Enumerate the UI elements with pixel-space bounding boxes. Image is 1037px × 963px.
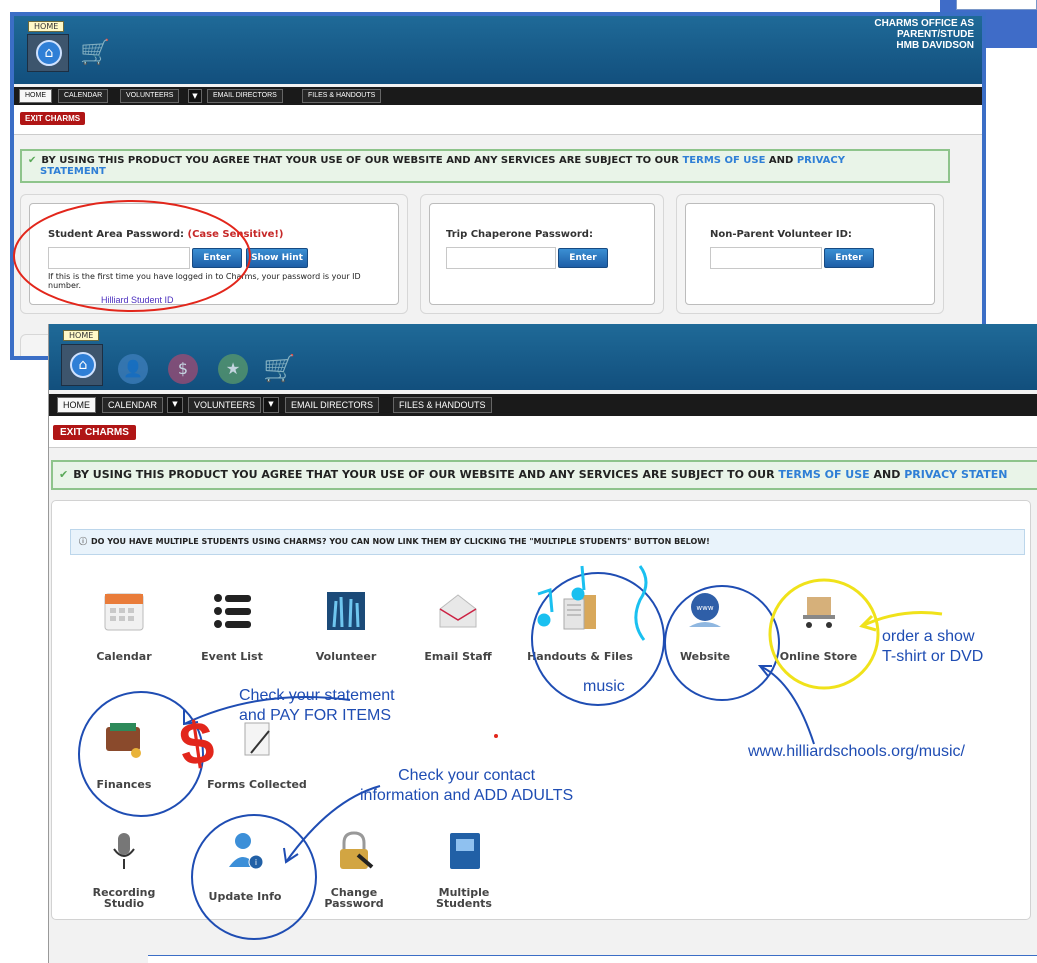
- contact-annotation: Check your contact information and ADD AD…: [360, 767, 574, 804]
- store-annotation: order a show T-shirt or DVD: [882, 628, 984, 665]
- update-info-circle-annotation: [191, 814, 317, 940]
- store-circle-annotation: [768, 578, 880, 690]
- annotation-overlay: [78, 565, 943, 940]
- music-annotation: music: [583, 678, 625, 695]
- website-circle-annotation: [664, 585, 780, 701]
- website-url-annotation: www.hilliardschools.org/music/: [748, 743, 965, 760]
- statement-annotation: Check your statement and PAY FOR ITEMS: [239, 687, 395, 724]
- music-notes-annotation: [537, 565, 648, 641]
